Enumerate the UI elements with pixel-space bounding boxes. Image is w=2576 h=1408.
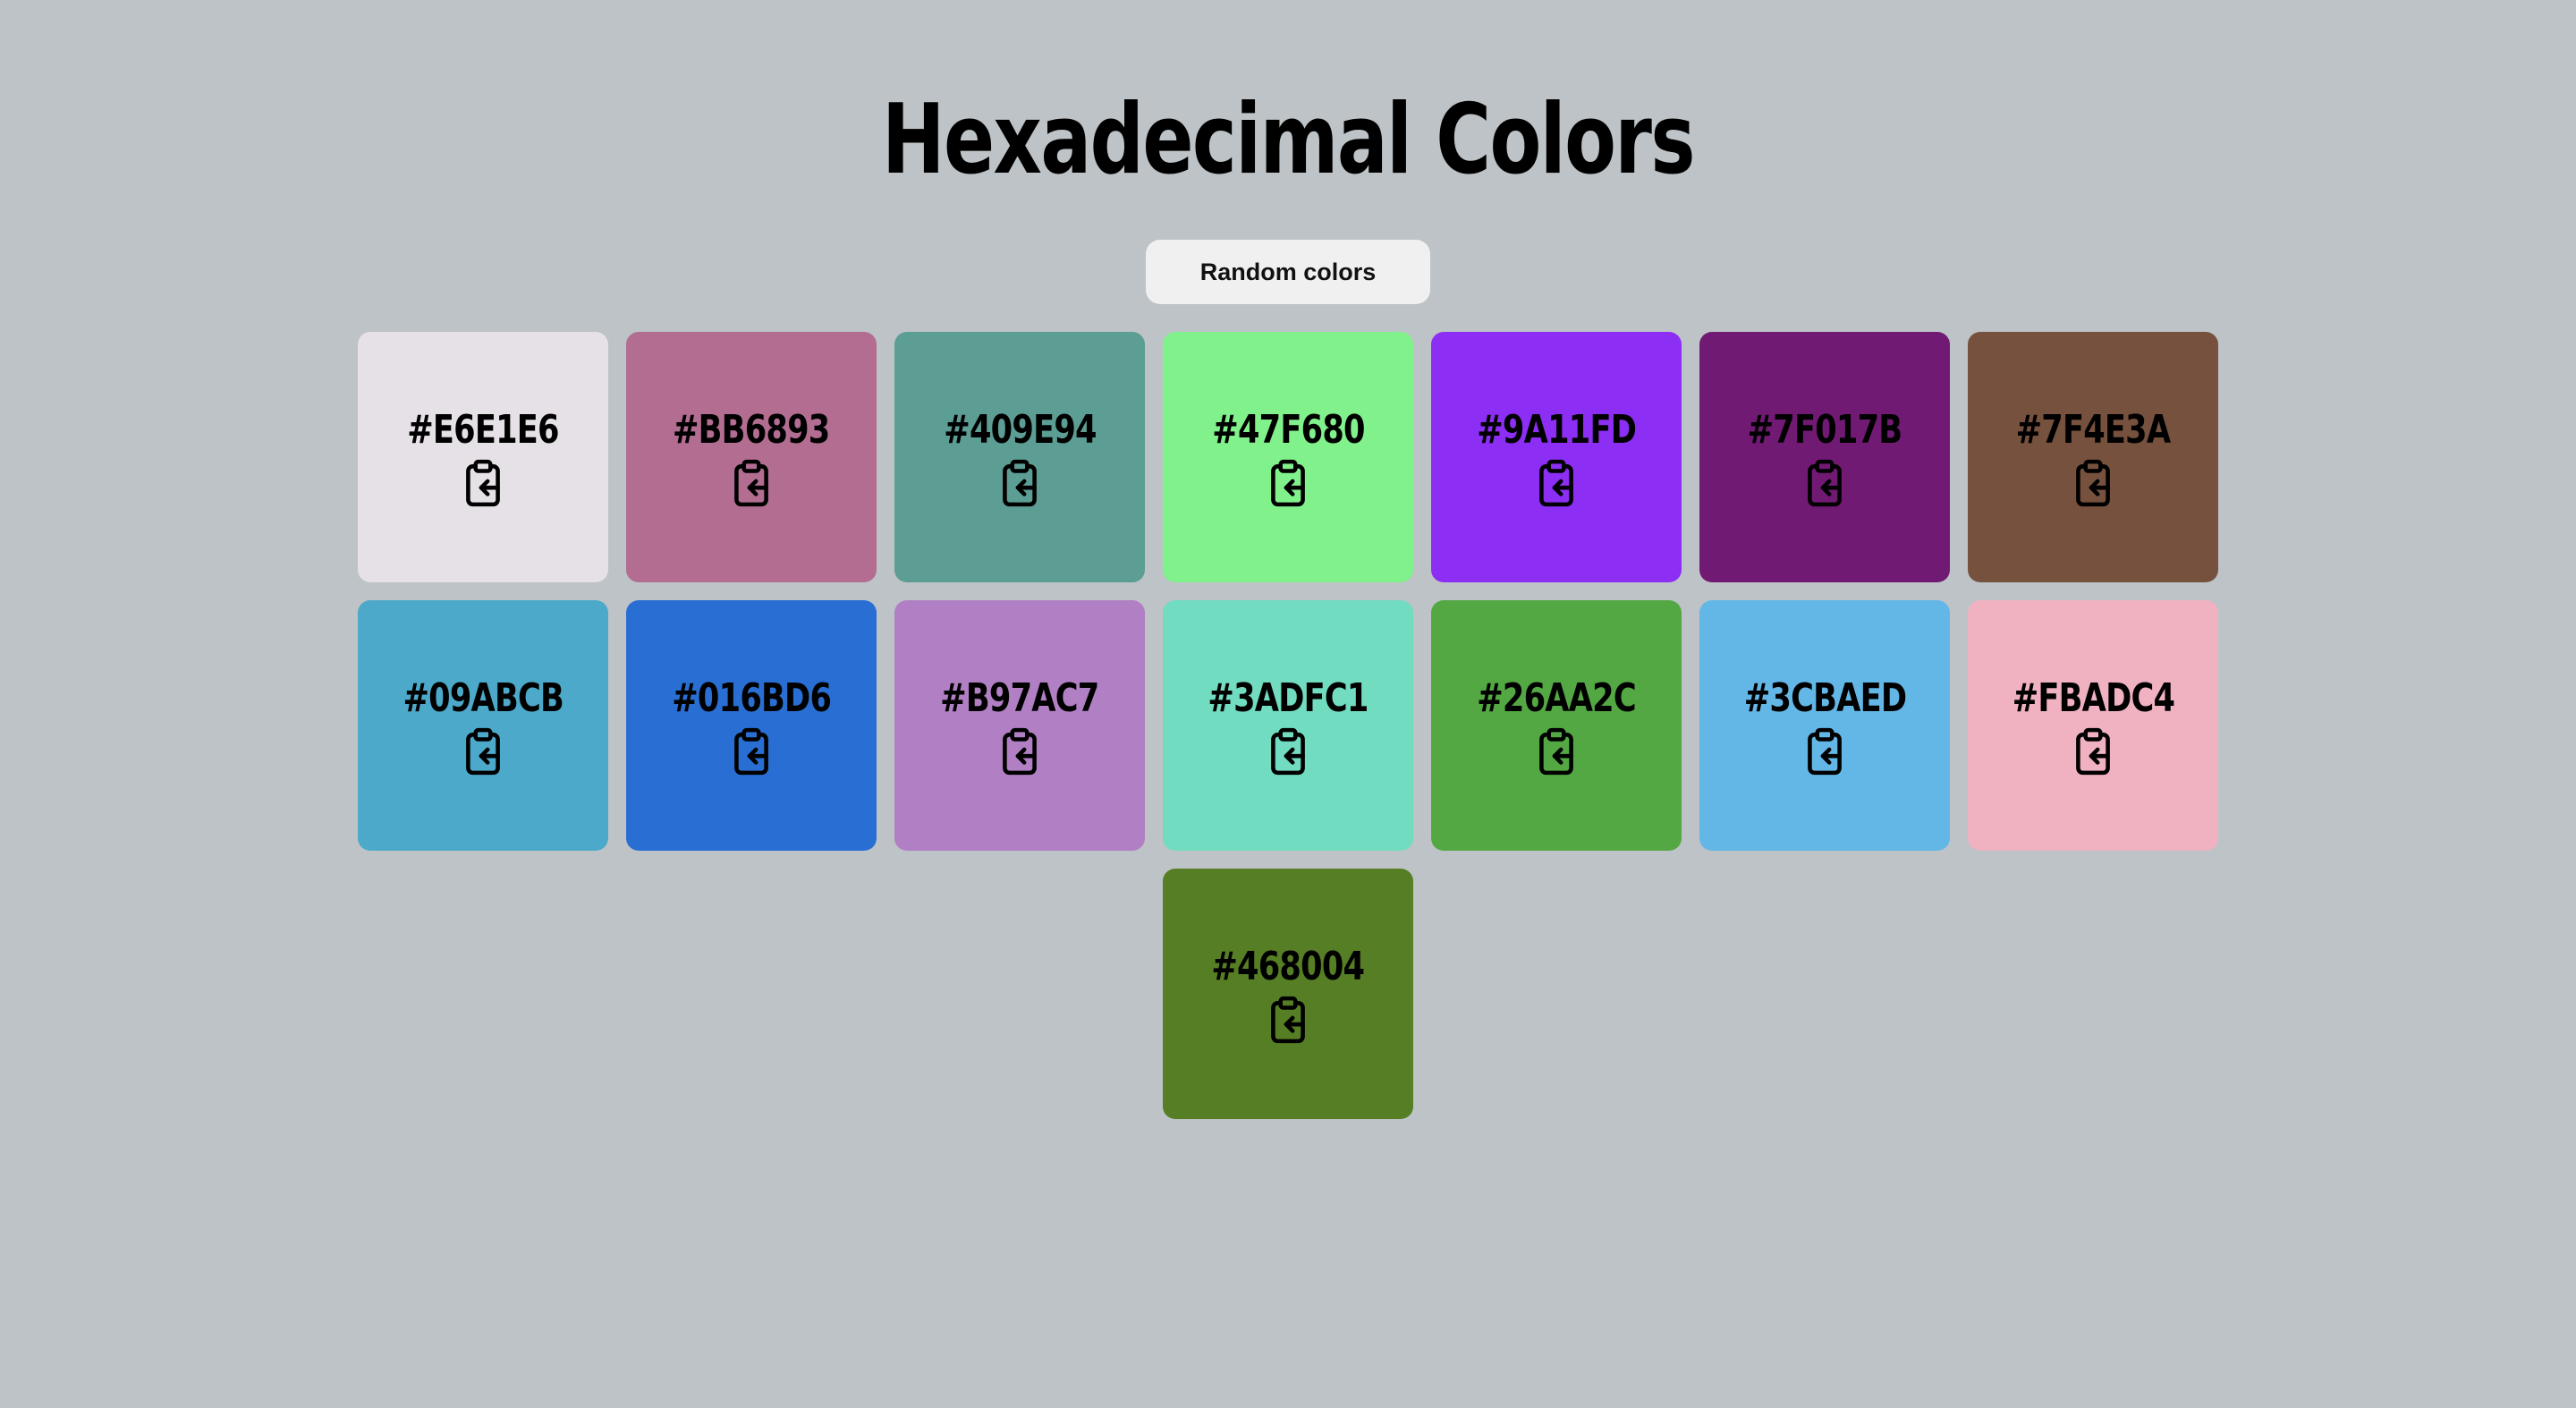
color-swatch[interactable]: #B97AC7 [894, 600, 1145, 851]
color-swatch[interactable]: #BB6893 [626, 332, 877, 582]
clipboard-copy-icon[interactable] [729, 726, 774, 776]
clipboard-copy-icon[interactable] [1534, 726, 1579, 776]
clipboard-copy-icon[interactable] [2071, 726, 2115, 776]
hex-code-label: #9A11FD [1477, 407, 1637, 453]
color-swatch[interactable]: #09ABCB [358, 600, 608, 851]
hex-code-label: #BB6893 [673, 407, 830, 453]
color-swatch[interactable]: #FBADC4 [1968, 600, 2218, 851]
hex-code-label: #7F017B [1747, 407, 1903, 453]
color-swatch[interactable]: #26AA2C [1431, 600, 1682, 851]
color-swatch[interactable]: #47F680 [1163, 332, 1413, 582]
hex-code-label: #FBADC4 [2012, 675, 2174, 721]
color-swatch[interactable]: #9A11FD [1431, 332, 1682, 582]
color-swatch[interactable]: #7F017B [1699, 332, 1950, 582]
clipboard-copy-icon[interactable] [461, 726, 505, 776]
clipboard-copy-icon[interactable] [2071, 458, 2115, 508]
color-swatch[interactable]: #468004 [1163, 869, 1413, 1119]
clipboard-copy-icon[interactable] [1534, 458, 1579, 508]
clipboard-copy-icon[interactable] [1266, 726, 1310, 776]
clipboard-copy-icon[interactable] [1802, 726, 1847, 776]
hex-code-label: #016BD6 [672, 675, 832, 721]
color-swatch[interactable]: #7F4E3A [1968, 332, 2218, 582]
hex-code-label: #B97AC7 [940, 675, 1099, 721]
color-swatch[interactable]: #E6E1E6 [358, 332, 608, 582]
random-colors-button[interactable]: Random colors [1146, 240, 1430, 304]
hex-code-label: #47F680 [1211, 407, 1365, 453]
color-grid: #E6E1E6 #BB6893 #409E94 #47F680 #9A11FD … [358, 332, 2218, 1119]
clipboard-copy-icon[interactable] [729, 458, 774, 508]
clipboard-copy-icon[interactable] [997, 726, 1042, 776]
clipboard-copy-icon[interactable] [1266, 458, 1310, 508]
page-title: Hexadecimal Colors [882, 84, 1696, 196]
hex-code-label: #3CBAED [1743, 675, 1906, 721]
color-swatch[interactable]: #016BD6 [626, 600, 877, 851]
hex-code-label: #09ABCB [402, 675, 564, 721]
clipboard-copy-icon[interactable] [1802, 458, 1847, 508]
page: Hexadecimal Colors Random colors #E6E1E6… [0, 0, 2576, 1408]
hex-code-label: #468004 [1211, 944, 1366, 989]
clipboard-copy-icon[interactable] [461, 458, 505, 508]
clipboard-copy-icon[interactable] [1266, 995, 1310, 1045]
hex-code-label: #7F4E3A [2015, 407, 2172, 453]
hex-code-label: #3ADFC1 [1208, 675, 1368, 721]
color-swatch[interactable]: #3ADFC1 [1163, 600, 1413, 851]
hex-code-label: #E6E1E6 [407, 407, 559, 453]
color-swatch[interactable]: #3CBAED [1699, 600, 1950, 851]
color-swatch[interactable]: #409E94 [894, 332, 1145, 582]
hex-code-label: #26AA2C [1477, 675, 1636, 721]
hex-code-label: #409E94 [943, 407, 1097, 453]
clipboard-copy-icon[interactable] [997, 458, 1042, 508]
